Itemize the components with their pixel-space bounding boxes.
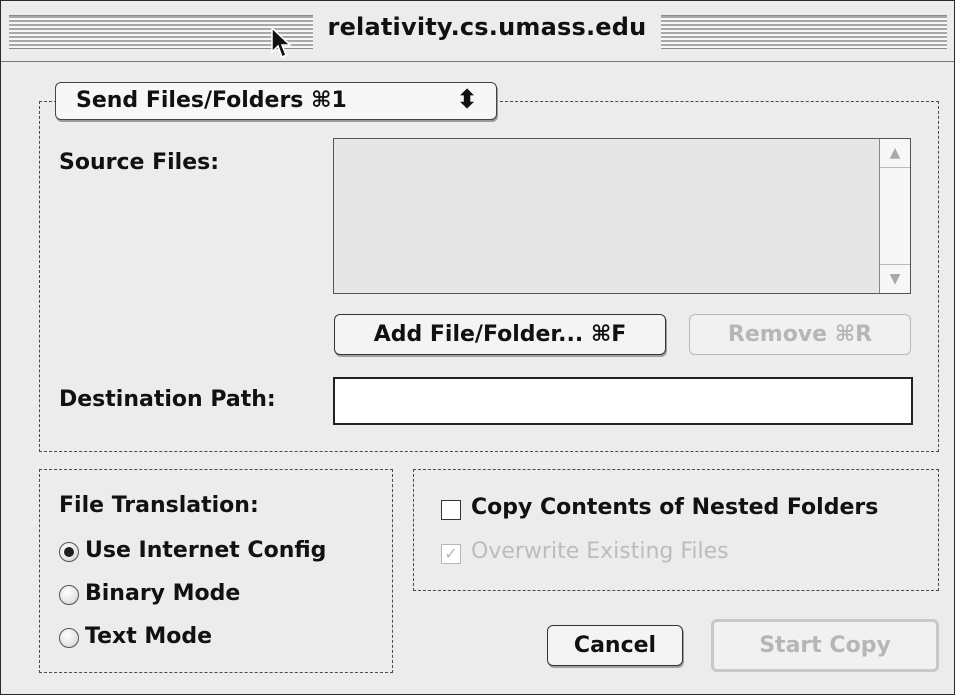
window-title: relativity.cs.umass.edu (327, 13, 647, 41)
title-bar-stripes-left (9, 15, 313, 49)
updown-arrows-icon: ⬍ (456, 85, 478, 115)
checkbox-overwrite-existing-files[interactable]: ✓ (441, 544, 461, 564)
radio-selected-dot (64, 547, 74, 557)
remove-button[interactable]: Remove ⌘R (689, 314, 911, 355)
radio-text-mode[interactable] (59, 628, 79, 648)
scroll-up-arrow-icon[interactable]: ▲ (880, 139, 910, 168)
mode-popup-menu[interactable]: Send Files/Folders ⌘1 ⬍ (55, 82, 497, 120)
title-bar[interactable]: relativity.cs.umass.edu (1, 1, 954, 62)
cancel-button[interactable]: Cancel (547, 625, 683, 666)
checkbox-label-overwrite-existing-files: Overwrite Existing Files (471, 539, 729, 564)
copy-options-group (413, 469, 939, 591)
radio-binary-mode[interactable] (59, 585, 79, 605)
pointer-cursor-icon (271, 27, 292, 59)
source-files-list[interactable]: ▲ ▼ (333, 138, 911, 294)
file-translation-label: File Translation: (59, 493, 259, 518)
source-files-label: Source Files: (59, 150, 220, 175)
title-bar-stripes-right (661, 15, 947, 49)
ftp-dialog-window: relativity.cs.umass.edu Send Files/Folde… (0, 0, 955, 695)
radio-use-internet-config[interactable] (59, 542, 79, 562)
checkbox-copy-nested-folders[interactable] (441, 500, 461, 520)
add-file-folder-button[interactable]: Add File/Folder... ⌘F (334, 314, 666, 355)
mode-popup-value: Send Files/Folders ⌘1 (76, 88, 347, 113)
radio-label-text-mode: Text Mode (85, 624, 213, 649)
scroll-down-arrow-icon[interactable]: ▼ (880, 264, 910, 293)
start-copy-button[interactable]: Start Copy (711, 619, 939, 672)
radio-label-use-internet-config: Use Internet Config (85, 538, 327, 563)
checkbox-label-copy-nested-folders: Copy Contents of Nested Folders (471, 495, 879, 520)
source-files-scrollbar[interactable]: ▲ ▼ (879, 139, 910, 293)
destination-path-label: Destination Path: (59, 387, 276, 412)
radio-label-binary-mode: Binary Mode (85, 581, 241, 606)
destination-path-field[interactable] (333, 377, 913, 425)
